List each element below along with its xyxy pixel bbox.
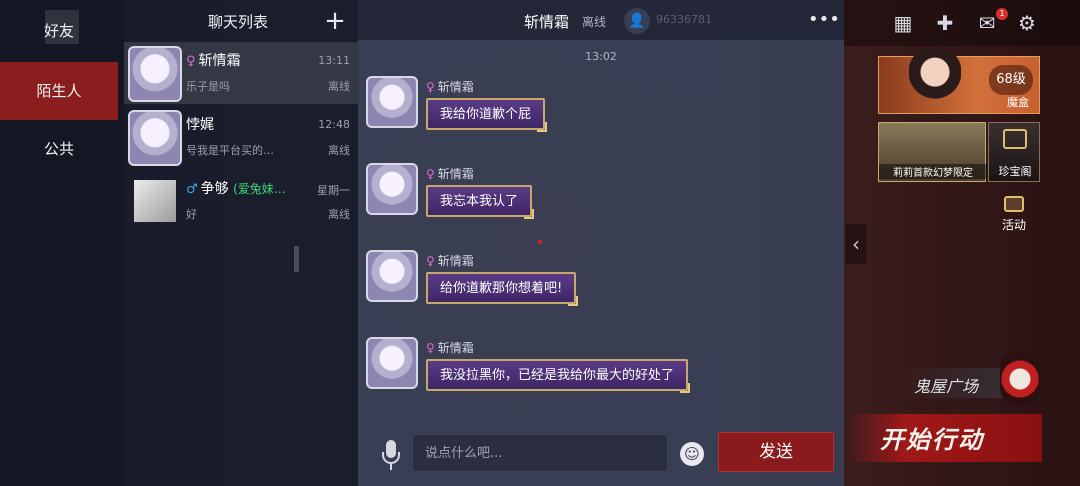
emoji-icon[interactable]: ☺ — [680, 442, 704, 466]
add-friend-icon[interactable]: ✚ — [932, 10, 958, 36]
chat-list-item[interactable]: ♂ 争够 (爱兔妹… 好 星期一 离线 — [124, 170, 358, 232]
ranking-icon[interactable]: ▦ — [890, 10, 916, 36]
chat-status: 离线 — [328, 144, 350, 157]
female-icon: ♀ — [186, 54, 196, 69]
message-bubble[interactable]: 我给你道歉个屁 — [426, 98, 548, 132]
chat-list: 聊天列表 + ♀ 斩情霜 乐子是吗 13:11 离线 悖娓 号我是平台买的… 12… — [124, 0, 358, 486]
chat-preview: 好 — [186, 208, 197, 221]
treasure-button[interactable]: 珍宝阁 — [988, 122, 1040, 182]
activity-icon — [1004, 196, 1024, 212]
message-sender: ♀ 斩情霜 — [426, 339, 474, 356]
message-sender-name: 斩情霜 — [437, 167, 474, 181]
collapse-arrow-icon[interactable]: ‹ — [846, 224, 866, 264]
chat-name-row: 悖娓 — [186, 114, 214, 134]
chat-list-title: 聊天列表 — [208, 13, 269, 31]
chat-time: 星期一 — [317, 184, 350, 197]
avatar[interactable] — [366, 250, 418, 302]
chat-name-row: ♀ 斩情霜 — [186, 50, 241, 70]
female-icon: ♀ — [426, 341, 435, 355]
header-ghost-text: 96336781 — [656, 13, 712, 26]
mohe-label: 魔盒 — [1007, 96, 1029, 109]
scrollbar[interactable] — [294, 246, 299, 272]
message-sender: ♀ 斩情霜 — [426, 252, 474, 269]
add-friend-icon[interactable]: 👤 — [624, 8, 650, 34]
promo-card[interactable]: 莉莉首款幻梦限定 — [878, 122, 987, 182]
avatar — [134, 180, 176, 222]
chat-preview: 号我是平台买的… — [186, 144, 274, 157]
level-badge: 68级 — [989, 65, 1033, 95]
message-sender-name: 斩情霜 — [437, 254, 474, 268]
female-icon: ♀ — [426, 254, 435, 268]
chat-list-item[interactable]: ♀ 斩情霜 乐子是吗 13:11 离线 — [124, 42, 358, 104]
input-bar: ☺ 发送 — [358, 428, 844, 486]
partner-name: 斩情霜 — [524, 13, 570, 31]
message-sender: ♀ 斩情霜 — [426, 78, 474, 95]
tab-friends[interactable]: 好友 — [0, 4, 118, 58]
tab-public[interactable]: 公共 — [0, 120, 118, 178]
avatar[interactable] — [366, 76, 418, 128]
plus-icon[interactable]: + — [322, 6, 348, 36]
activity-button[interactable]: 活动 — [996, 196, 1032, 236]
mail-badge: 1 — [996, 8, 1008, 20]
game-top-bar — [843, 0, 1080, 46]
chat-name: 斩情霜 — [198, 53, 241, 69]
start-action-label: 开始行动 — [880, 425, 984, 454]
chat-list-header: 聊天列表 + — [124, 0, 358, 42]
send-button[interactable]: 发送 — [718, 432, 834, 472]
promo-label: 莉莉首款幻梦限定 — [879, 164, 987, 179]
ghost-mask-icon — [1000, 352, 1040, 406]
message-sender-name: 斩情霜 — [437, 341, 474, 355]
avatar[interactable] — [366, 337, 418, 389]
tab-strangers[interactable]: 陌生人 — [0, 62, 118, 120]
message-sender-name: 斩情霜 — [437, 80, 474, 94]
message: ♀ 斩情霜 我给你道歉个屁 — [366, 76, 836, 156]
red-dot — [538, 240, 542, 244]
message: ♀ 斩情霜 我没拉黑你，已经是我给你最大的好处了 — [366, 337, 836, 417]
partner-status: 离线 — [582, 15, 607, 29]
more-icon[interactable]: ••• — [808, 8, 840, 32]
chat-time: 12:48 — [318, 118, 350, 131]
chat-note: (爱兔妹… — [233, 182, 286, 196]
chat-time: 13:11 — [318, 54, 350, 67]
message-timestamp: 13:02 — [585, 50, 617, 63]
message: ♀ 斩情霜 我忘本我认了 — [366, 163, 836, 243]
message-sender: ♀ 斩情霜 — [426, 165, 474, 182]
female-icon: ♀ — [426, 80, 435, 94]
character-avatar — [909, 49, 961, 115]
settings-icon[interactable]: ⚙ — [1014, 10, 1040, 36]
conversation-panel: 斩情霜 离线 👤 96336781 ••• 13:02 ♀ 斩情霜 我给你道歉个屁… — [358, 0, 844, 486]
microphone-icon[interactable] — [380, 440, 402, 472]
character-card[interactable]: 68级 魔盒 — [878, 49, 1040, 115]
treasure-icon — [1003, 129, 1027, 149]
chat-name: 悖娓 — [186, 117, 214, 133]
avatar — [128, 110, 182, 166]
male-icon: ♂ — [186, 182, 198, 197]
chat-name: 争够 — [200, 181, 229, 197]
ghost-house-label: 鬼屋广场 — [914, 377, 979, 396]
treasure-label: 珍宝阁 — [998, 165, 1032, 178]
chat-list-item[interactable]: 悖娓 号我是平台买的… 12:48 离线 — [124, 106, 358, 168]
start-action-button[interactable]: 开始行动 — [846, 414, 1042, 462]
message-input[interactable] — [412, 434, 668, 472]
activity-label: 活动 — [1001, 218, 1026, 232]
message-bubble[interactable]: 给你道歉那你想着吧! — [426, 272, 579, 306]
message: ♀ 斩情霜 给你道歉那你想着吧! — [366, 250, 836, 330]
female-icon: ♀ — [426, 167, 435, 181]
avatar[interactable] — [366, 163, 418, 215]
category-column: 好友 陌生人 公共 — [0, 0, 124, 486]
chat-preview: 乐子是吗 — [186, 80, 230, 93]
message-bubble[interactable]: 我忘本我认了 — [426, 185, 535, 219]
avatar — [128, 46, 182, 102]
chat-status: 离线 — [328, 80, 350, 93]
chat-name-row: ♂ 争够 (爱兔妹… — [186, 178, 286, 198]
chat-status: 离线 — [328, 208, 350, 221]
conversation-header: 斩情霜 离线 👤 96336781 ••• — [358, 0, 844, 40]
message-bubble[interactable]: 我没拉黑你，已经是我给你最大的好处了 — [426, 359, 691, 393]
